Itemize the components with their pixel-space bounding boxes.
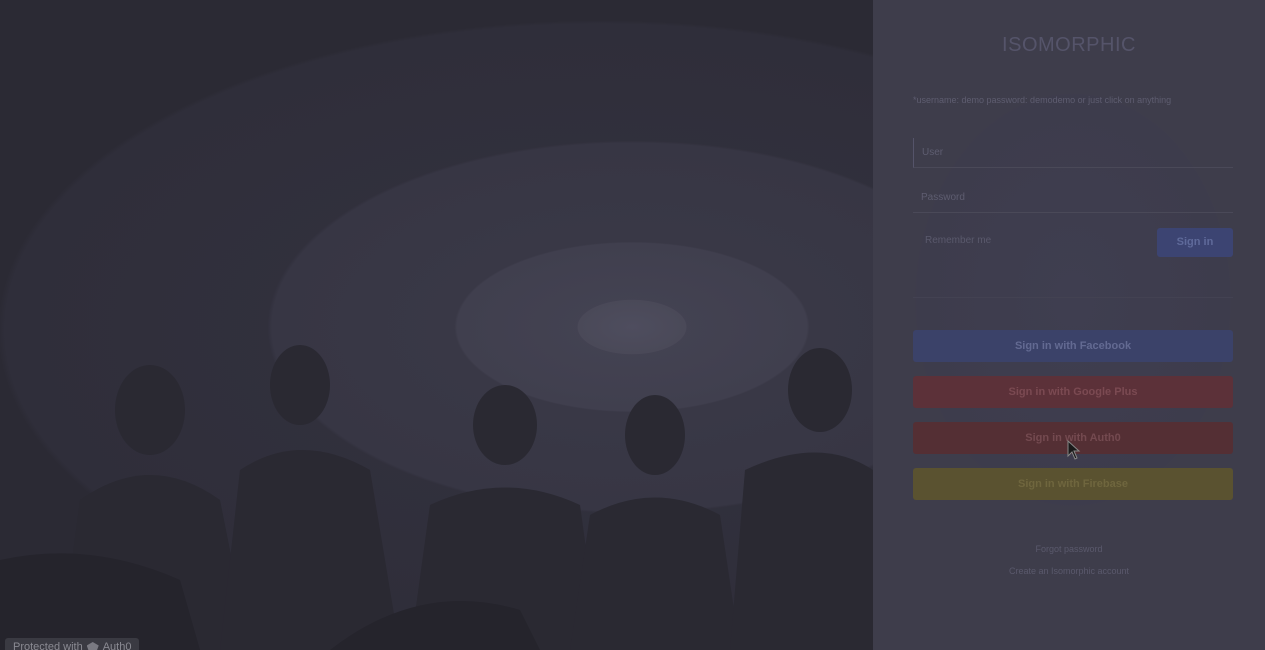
auth0-logo-icon	[86, 642, 99, 650]
facebook-signin-button[interactable]: Sign in with Facebook	[913, 330, 1233, 362]
mouse-cursor-icon	[1067, 440, 1081, 460]
protected-badge[interactable]: Protected with Auth0	[5, 638, 140, 650]
create-account-link[interactable]: Create an Isomorphic account	[873, 566, 1265, 576]
google-signin-button[interactable]: Sign in with Google Plus	[913, 376, 1233, 408]
app-logo[interactable]: ISOMORPHIC	[873, 34, 1265, 57]
people-illustration	[0, 345, 873, 650]
login-panel: ISOMORPHIC *username: demo password: dem…	[873, 0, 1265, 650]
demo-hint: *username: demo password: demodemo or ju…	[913, 95, 1172, 105]
username-input[interactable]	[913, 138, 1233, 168]
background-image: Protected with Auth0	[0, 0, 873, 650]
password-input[interactable]	[913, 183, 1233, 213]
firebase-signin-button[interactable]: Sign in with Firebase	[913, 468, 1233, 500]
sign-in-button[interactable]: Sign in	[1157, 228, 1233, 257]
remember-me-checkbox[interactable]: Remember me	[921, 235, 991, 246]
remember-me-label: Remember me	[925, 235, 992, 246]
forgot-password-link[interactable]: Forgot password	[873, 544, 1265, 554]
divider	[913, 297, 1233, 298]
badge-brand: Auth0	[102, 641, 132, 650]
badge-label: Protected with	[13, 641, 83, 650]
